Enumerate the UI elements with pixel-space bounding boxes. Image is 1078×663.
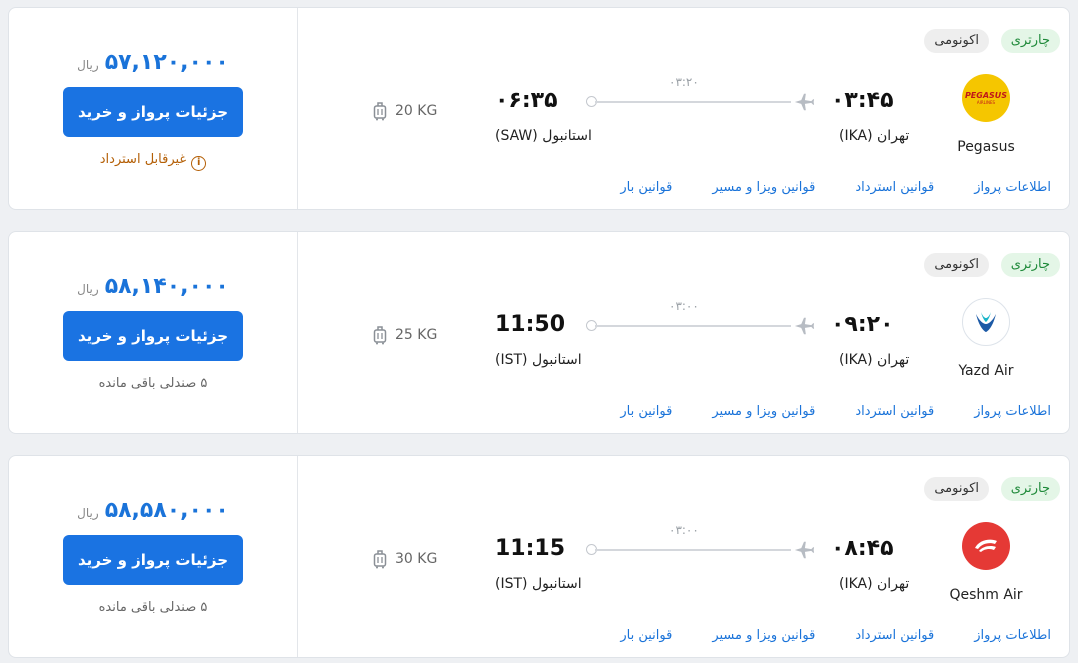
- seats-remaining: ۵ صندلی باقی مانده: [98, 376, 208, 391]
- baggage-rules-link[interactable]: قوانین بار: [620, 180, 672, 195]
- arrival-time: ۰۶:۳۵: [495, 88, 558, 113]
- refund-rules-link[interactable]: قوانین استرداد: [855, 404, 934, 419]
- departure-time: ۰۳:۴۵: [831, 88, 894, 113]
- price-row: ریال ۵۸,۱۴۰,۰۰۰: [9, 274, 297, 299]
- flight-type-badge: چارتری: [1000, 253, 1060, 277]
- flight-links: اطلاعات پرواز قوانین استرداد قوانین ویزا…: [620, 180, 1051, 195]
- airline-name: Pegasus: [957, 139, 1015, 155]
- visa-rules-link[interactable]: قوانین ویزا و مسیر: [712, 628, 815, 643]
- buy-button[interactable]: جزئیات پرواز و خرید: [63, 311, 243, 361]
- info-icon: i: [191, 156, 207, 171]
- flight-duration: ۰۳:۲۰: [669, 75, 699, 89]
- buy-button[interactable]: جزئیات پرواز و خرید: [63, 535, 243, 585]
- plane-icon: [794, 541, 815, 559]
- divider: [297, 8, 298, 209]
- visa-rules-link[interactable]: قوانین ویزا و مسیر: [712, 404, 815, 419]
- departure-city: تهران (IKA): [839, 576, 910, 592]
- airline-name: Yazd Air: [958, 363, 1014, 379]
- departure-time: ۰۸:۴۵: [831, 536, 894, 561]
- route-line: [595, 325, 791, 327]
- baggage-allowance: 30 KG: [373, 549, 437, 569]
- flight-card: ریال ۵۸,۵۸۰,۰۰۰ جزئیات پرواز و خرید ۵ صن…: [8, 455, 1070, 658]
- baggage-weight: 25 KG: [395, 327, 438, 343]
- luggage-icon: [373, 550, 387, 569]
- qeshm-air-logo-icon: [975, 539, 997, 552]
- arrival-city: استانبول (IST): [495, 576, 582, 592]
- flight-type-badge: چارتری: [1000, 29, 1060, 53]
- baggage-weight: 30 KG: [395, 551, 438, 567]
- price-currency: ریال: [77, 58, 99, 72]
- luggage-icon: [373, 326, 387, 345]
- cabin-class-badge: اکونومی: [924, 29, 989, 53]
- seats-remaining: ۵ صندلی باقی مانده: [98, 600, 208, 615]
- arrival-city: استانبول (SAW): [495, 128, 592, 144]
- price-value: ۵۷,۱۲۰,۰۰۰: [104, 50, 229, 75]
- visa-rules-link[interactable]: قوانین ویزا و مسیر: [712, 180, 815, 195]
- airline-logo: [962, 522, 1010, 570]
- airline-logo-subtext: AIRLINES: [976, 100, 996, 105]
- flight-duration: ۰۳:۰۰: [669, 299, 699, 313]
- airline-name: Qeshm Air: [949, 587, 1023, 603]
- flight-card: ریال ۵۸,۱۴۰,۰۰۰ جزئیات پرواز و خرید ۵ صن…: [8, 231, 1070, 434]
- refund-rules-link[interactable]: قوانین استرداد: [855, 628, 934, 643]
- divider: [297, 232, 298, 433]
- cabin-class-badge: اکونومی: [924, 253, 989, 277]
- baggage-rules-link[interactable]: قوانین بار: [620, 404, 672, 419]
- arrival-city: استانبول (IST): [495, 352, 582, 368]
- price-currency: ریال: [77, 506, 99, 520]
- arrival-time: 11:15: [495, 536, 566, 561]
- departure-time: ۰۹:۲۰: [831, 312, 894, 337]
- price-value: ۵۸,۵۸۰,۰۰۰: [104, 498, 229, 523]
- flight-info-link[interactable]: اطلاعات پرواز: [974, 628, 1051, 643]
- flight-links: اطلاعات پرواز قوانین استرداد قوانین ویزا…: [620, 404, 1051, 419]
- flight-type-badge: چارتری: [1000, 477, 1060, 501]
- buy-button[interactable]: جزئیات پرواز و خرید: [63, 87, 243, 137]
- flight-links: اطلاعات پرواز قوانین استرداد قوانین ویزا…: [620, 628, 1051, 643]
- route-line: [595, 101, 791, 103]
- airline-logo: [962, 298, 1010, 346]
- refund-status-text: غیرقابل استرداد: [99, 152, 187, 167]
- plane-icon: [794, 317, 815, 335]
- route-line: [595, 549, 791, 551]
- arrival-time: 11:50: [495, 312, 566, 337]
- refund-status: i غیرقابل استرداد: [9, 152, 297, 171]
- plane-icon: [794, 93, 815, 111]
- price-row: ریال ۵۸,۵۸۰,۰۰۰: [9, 498, 297, 523]
- departure-city: تهران (IKA): [839, 352, 910, 368]
- flight-card: ریال ۵۷,۱۲۰,۰۰۰ جزئیات پرواز و خرید i غیر…: [8, 7, 1070, 210]
- cabin-class-badge: اکونومی: [924, 477, 989, 501]
- divider: [297, 456, 298, 657]
- flight-duration: ۰۳:۰۰: [669, 523, 699, 537]
- departure-city: تهران (IKA): [839, 128, 910, 144]
- price-row: ریال ۵۷,۱۲۰,۰۰۰: [9, 50, 297, 75]
- flight-info-link[interactable]: اطلاعات پرواز: [974, 404, 1051, 419]
- airline-logo: PEGASUS AIRLINES: [962, 74, 1010, 122]
- baggage-allowance: 25 KG: [373, 325, 437, 345]
- yazd-air-logo-icon: [976, 312, 996, 332]
- flight-info-link[interactable]: اطلاعات پرواز: [974, 180, 1051, 195]
- baggage-weight: 20 KG: [395, 103, 438, 119]
- refund-rules-link[interactable]: قوانین استرداد: [855, 180, 934, 195]
- price-currency: ریال: [77, 282, 99, 296]
- price-value: ۵۸,۱۴۰,۰۰۰: [104, 274, 229, 299]
- luggage-icon: [373, 102, 387, 121]
- baggage-allowance: 20 KG: [373, 101, 437, 121]
- baggage-rules-link[interactable]: قوانین بار: [620, 628, 672, 643]
- airline-logo-text: PEGASUS: [964, 91, 1008, 100]
